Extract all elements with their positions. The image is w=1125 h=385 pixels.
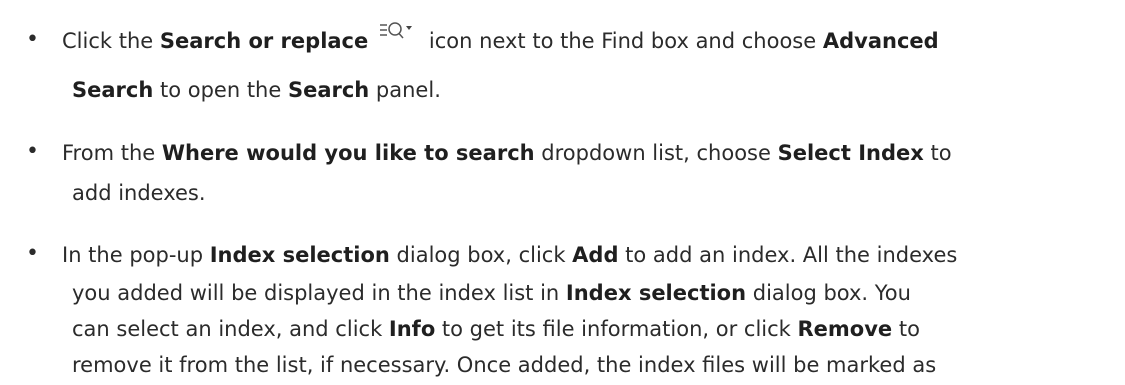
text-line: add indexes. [72, 180, 206, 206]
bold-text: Search [287, 78, 370, 102]
bullet-point: • [26, 27, 39, 52]
text-line: you added will be displayed in the index… [72, 280, 911, 306]
text-line: remove it from the list, if necessary. O… [72, 352, 936, 378]
bold-text: Search or replace [159, 29, 369, 53]
bold-text: Remove [797, 317, 893, 341]
text: can select an index, and click [72, 317, 389, 341]
text: to get its file information, or click [435, 317, 798, 341]
text: icon next to the Find box and choose [422, 29, 823, 53]
text: to open the [153, 78, 288, 102]
text-line: In the pop-up Index selection dialog box… [62, 242, 957, 268]
bold-text: Select Index [777, 141, 924, 165]
bold-text: Info [388, 317, 436, 341]
text: you added will be displayed in the index… [72, 281, 566, 305]
text: add indexes. [72, 181, 206, 205]
text: to add an index. All the indexes [618, 243, 958, 267]
text: dialog box, click [389, 243, 573, 267]
bold-text: Index selection [209, 243, 390, 267]
text: dialog box. You [746, 281, 911, 305]
text: In the pop-up [62, 243, 210, 267]
bold-text: Where would you like to search [161, 141, 535, 165]
text: Click the [62, 29, 160, 53]
text-line: From the Where would you like to search … [62, 140, 952, 166]
text: From the [62, 141, 162, 165]
text: panel. [369, 78, 441, 102]
text-line: Click the Search or replace icon next to… [62, 22, 939, 54]
search-replace-icon [376, 18, 416, 44]
text: dropdown list, choose [534, 141, 778, 165]
text: remove it from the list, if necessary. O… [72, 353, 937, 377]
bold-text: Search [72, 78, 154, 102]
bold-text: Advanced [822, 29, 939, 53]
text: to [892, 317, 920, 341]
bullet-point: • [26, 241, 39, 266]
bold-text: Index selection [565, 281, 747, 305]
bold-text: Add [572, 243, 619, 267]
text-line: Search to open the Search panel. [72, 77, 441, 103]
text-line: can select an index, and click Info to g… [72, 316, 920, 342]
bullet-point: • [26, 139, 39, 164]
text: to [923, 141, 952, 165]
